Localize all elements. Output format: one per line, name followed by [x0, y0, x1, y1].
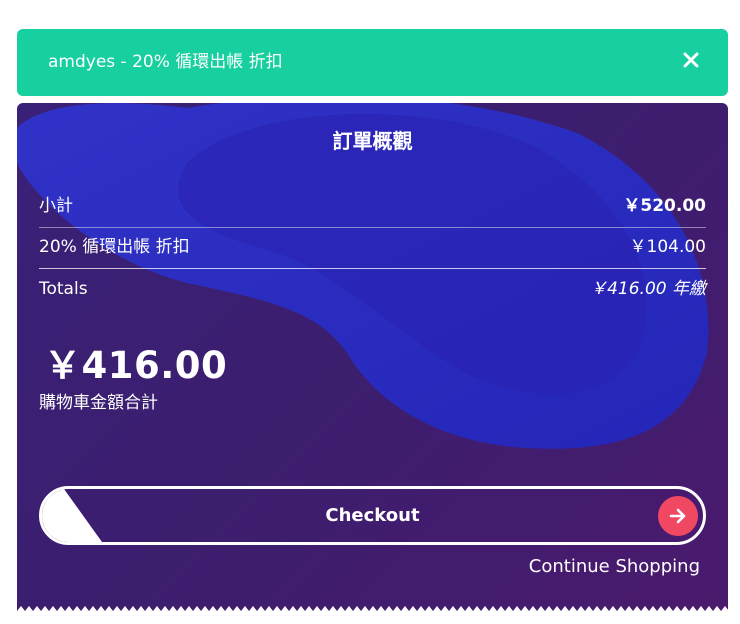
discount-value: ￥104.00 — [629, 237, 706, 257]
checkout-label: Checkout — [325, 505, 420, 526]
order-summary-title: 訂單概觀 — [332, 129, 413, 153]
divider — [39, 268, 706, 269]
subtotal-label: 小計 — [39, 196, 73, 216]
totals-value: ￥416.00 年繳 — [590, 279, 706, 299]
zigzag-edge — [17, 606, 728, 611]
continue-shopping-link[interactable]: Continue Shopping — [529, 556, 700, 577]
promo-text: amdyes - 20% 循環出帳 折扣 — [48, 52, 283, 72]
cart-total-amount: ￥416.00 — [44, 344, 228, 387]
promo-banner: amdyes - 20% 循環出帳 折扣 — [17, 29, 728, 96]
cart-total-caption: 購物車金額合計 — [39, 393, 158, 413]
arrow-right-icon[interactable] — [658, 496, 698, 536]
subtotal-value: ￥520.00 — [623, 196, 706, 216]
order-summary-card: 訂單概觀 小計 ￥520.00 20% 循環出帳 折扣 ￥104.00 Tota… — [17, 103, 728, 611]
divider — [39, 227, 706, 228]
discount-label: 20% 循環出帳 折扣 — [39, 237, 190, 257]
checkout-button[interactable]: Checkout — [39, 486, 706, 545]
close-icon[interactable] — [682, 51, 700, 69]
totals-label: Totals — [39, 279, 88, 299]
